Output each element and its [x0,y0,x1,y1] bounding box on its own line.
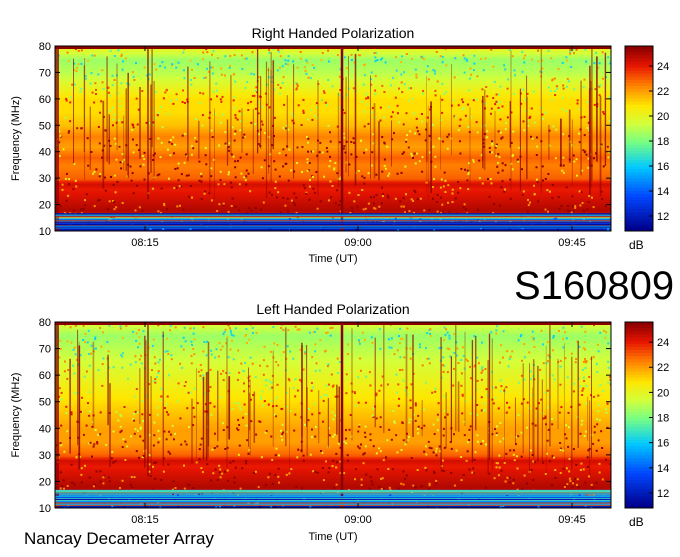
x-tick-label: 09:45 [558,514,586,526]
station-id-label: S160809 [514,264,675,308]
colorbar-label: dB [629,238,644,252]
x-tick-label: 08:15 [131,237,159,249]
colorbar-tick-label: 14 [657,186,669,198]
colorbar-tick-label: 16 [657,161,669,173]
panel-title: Right Handed Polarization [252,25,415,41]
colorbar-tick-label: 22 [657,86,669,98]
y-tick-label: 70 [39,67,51,79]
y-tick-label: 20 [39,476,51,488]
spectrogram-image [55,46,611,231]
spectrogram-image [55,322,611,508]
colorbar-tick-label: 12 [657,211,669,223]
colorbar-tick-label: 24 [657,337,669,349]
colorbar-tick-label: 20 [657,111,669,123]
x-axis-label: Time (UT) [308,531,357,543]
colorbar-tick-label: 18 [657,136,669,148]
x-tick-label: 08:15 [131,514,159,526]
y-axis-label: Frequency (MHz) [10,96,22,181]
instrument-name-label: Nancay Decameter Array [24,529,214,548]
colorbar-label: dB [629,515,644,529]
y-tick-label: 80 [39,317,51,329]
y-tick-label: 30 [39,173,51,185]
y-tick-label: 70 [39,344,51,356]
colorbar-tick-label: 24 [657,61,669,73]
y-tick-label: 80 [39,41,51,53]
y-tick-label: 30 [39,450,51,462]
x-axis-label: Time (UT) [308,253,357,265]
colorbar-tick-label: 12 [657,488,669,500]
spectrogram-figure: Right Handed Polarization 10 20 30 40 50 60 70 8… [0,0,680,552]
y-axis-label: Frequency (MHz) [10,373,22,458]
panel-title: Left Handed Polarization [256,301,409,317]
colorbar-tick-label: 18 [657,413,669,425]
x-tick-label: 09:00 [344,237,372,249]
colorbar-tick-label: 20 [657,387,669,399]
spectrogram-panel-1: Right Handed Polarization 10 20 30 40 50 60 70 8… [10,25,669,265]
colorbar-tick-label: 14 [657,463,669,475]
x-tick-label: 09:45 [558,237,586,249]
y-tick-label: 60 [39,94,51,106]
y-tick-label: 10 [39,503,51,515]
y-tick-label: 60 [39,370,51,382]
spectrogram-panel-2: Left Handed Polarization 10 20 30 40 50 60 70 80… [10,301,669,543]
y-tick-label: 50 [39,120,51,132]
y-tick-label: 10 [39,226,51,238]
y-tick-label: 20 [39,200,51,212]
y-tick-label: 40 [39,423,51,435]
colorbar-tick-label: 22 [657,362,669,374]
colorbar-tick-label: 16 [657,438,669,450]
colorbar: 12 14 16 18 20 22 24 dB [624,321,669,529]
x-tick-label: 09:00 [344,514,372,526]
y-tick-label: 50 [39,397,51,409]
y-tick-label: 40 [39,147,51,159]
colorbar: 12 14 16 18 20 22 24 dB [624,45,669,252]
